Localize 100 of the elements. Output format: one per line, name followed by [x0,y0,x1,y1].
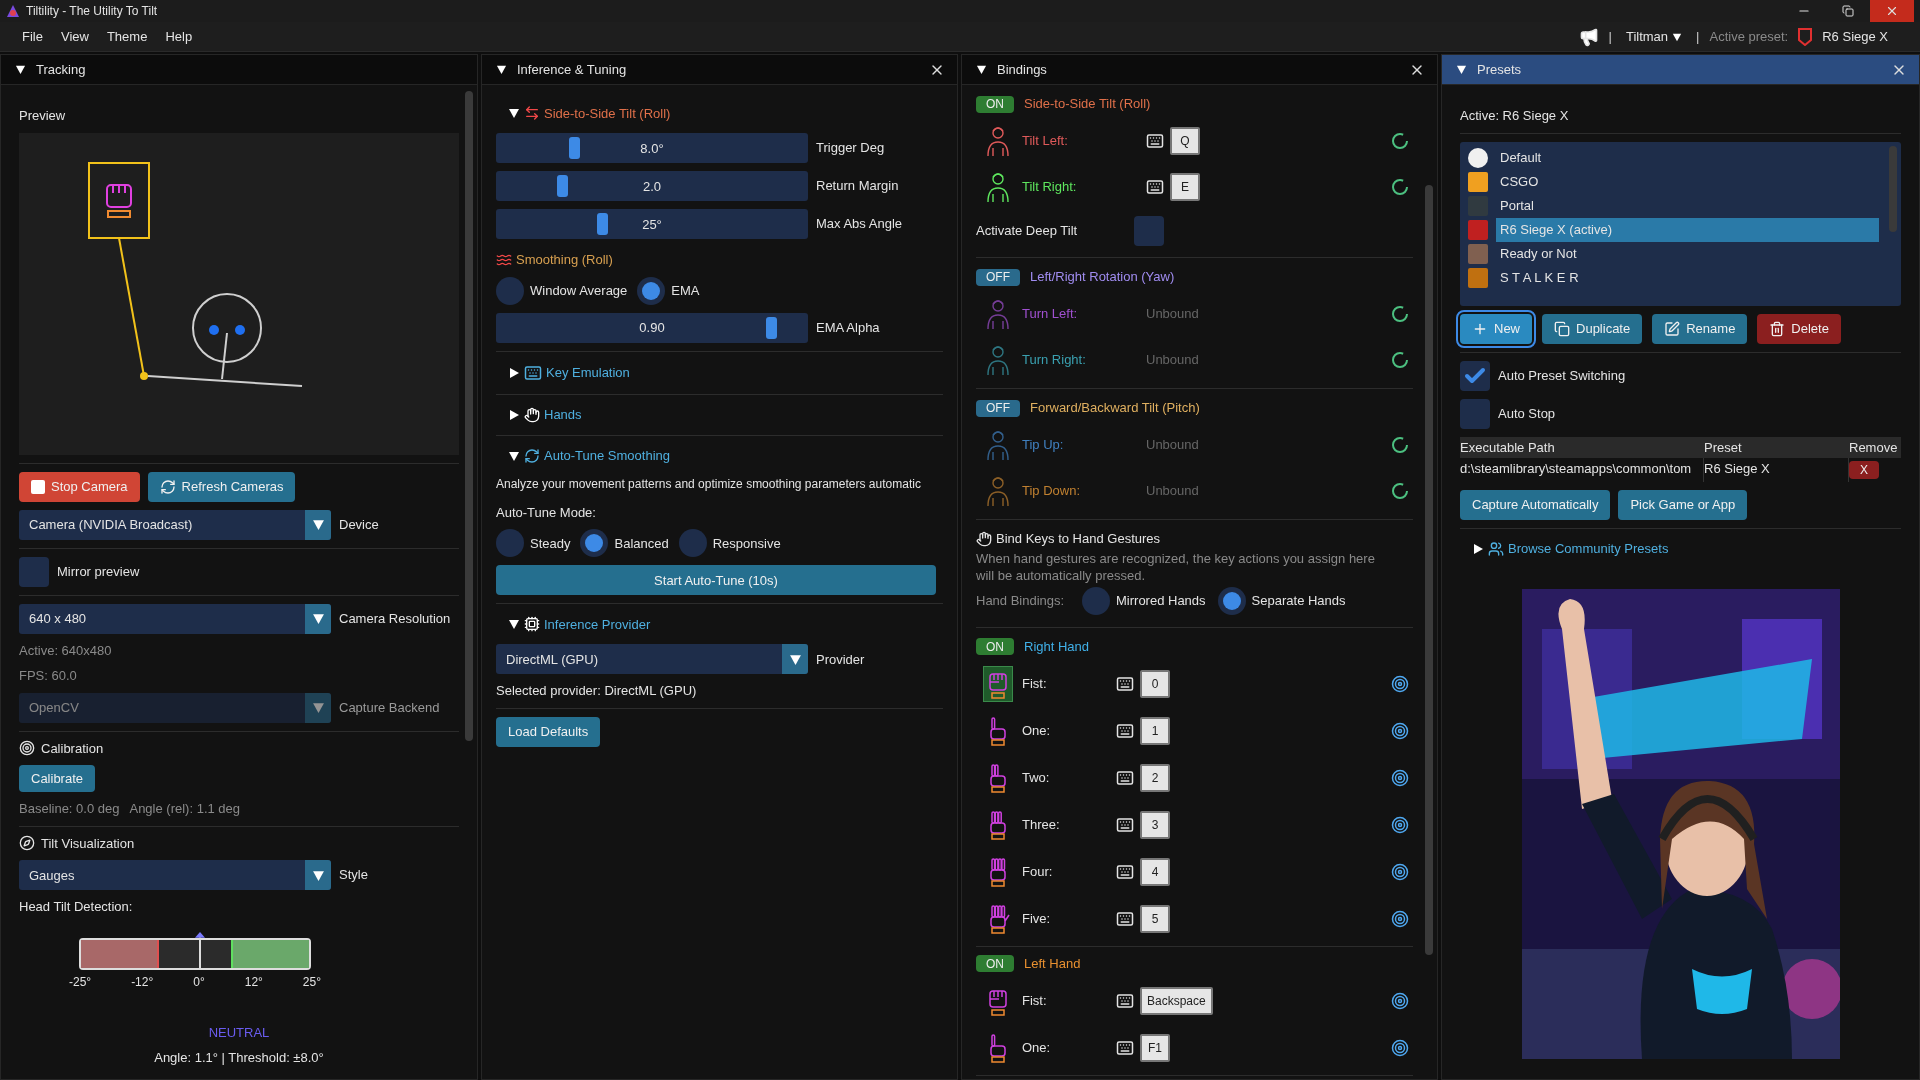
rename-button[interactable]: Rename [1652,313,1748,344]
slider-thumb[interactable] [569,137,580,159]
slider-label: Trigger Deg [816,139,885,157]
caret-icon [311,868,325,882]
person-icon [985,171,1011,203]
key-button[interactable]: F1 [1140,1034,1170,1063]
section-header[interactable]: Key Emulation [496,359,630,386]
section-header[interactable]: Browse Community Presets [1460,536,1669,561]
user-menu[interactable]: Tiltman [1621,27,1687,46]
toggle-badge[interactable]: OFF [976,268,1020,286]
section-header[interactable]: Hands [496,402,582,427]
slider-thumb[interactable] [556,175,568,197]
stop-camera-button[interactable]: Stop Camera [19,471,140,502]
checkbox[interactable] [19,556,49,587]
section-header[interactable]: Auto-Tune Smoothing [496,443,670,468]
group-title: Forward/Backward Tilt (Pitch) [1030,399,1200,417]
scrollbar[interactable] [1425,185,1433,955]
checkbox-label: Auto Stop [1498,404,1556,423]
toggle-badge[interactable]: ON [976,955,1014,973]
radio-button[interactable] [1082,586,1110,615]
menu-item[interactable]: View [52,25,97,48]
key-button[interactable]: 2 [1140,764,1170,793]
tick-label: -12° [131,973,154,990]
separator: | [1608,29,1612,44]
menu-item[interactable]: Theme [98,25,156,48]
panel-header[interactable]: Bindings [962,55,1437,85]
target-icon [1391,769,1409,788]
remove-button[interactable]: X [1849,460,1879,479]
key-button[interactable]: 0 [1140,670,1170,699]
radio-label: Responsive [712,534,781,553]
section-title: Calibration [41,739,104,758]
checkbox[interactable] [1460,360,1490,391]
calibrate-button[interactable]: Calibrate [19,765,96,793]
key-button[interactable]: E [1170,173,1200,201]
circle-icon [1468,147,1488,168]
checkbox[interactable] [1460,398,1490,429]
resolution-dropdown[interactable]: 640 x 480 [19,603,331,634]
collapse-icon [496,64,507,75]
status-ring-icon [1391,305,1409,323]
radio-button[interactable] [496,276,524,305]
unbound-text: Unbound [1146,351,1199,369]
toggle-badge[interactable]: ON [976,95,1014,113]
action-button[interactable]: Pick Game or App [1618,489,1748,520]
gesture-tile[interactable] [983,666,1013,703]
key-button[interactable]: Q [1170,127,1200,155]
duplicate-button[interactable]: Duplicate [1542,313,1643,344]
key-button[interactable]: 1 [1140,717,1170,746]
provider-dropdown[interactable]: DirectML (GPU) [496,644,808,675]
slider-thumb[interactable] [765,316,777,339]
delete-button[interactable]: Delete [1757,313,1841,344]
slider[interactable]: 0.90 [496,312,808,343]
caret-icon [311,612,325,626]
key-button[interactable]: 4 [1140,858,1170,887]
radio-button[interactable] [637,276,666,305]
radio-label: EMA [671,281,700,300]
menu-item[interactable]: Help [157,25,201,48]
target-icon [1391,675,1409,694]
preset-item[interactable]: Ready or Not [1468,241,1879,266]
binding-label: Turn Left: [1021,305,1079,323]
key-button[interactable]: Backspace [1140,987,1213,1016]
style-dropdown[interactable]: Gauges [19,860,331,891]
menu-item[interactable]: File [14,25,51,48]
radio-button[interactable] [1217,586,1246,615]
slider[interactable]: 8.0° [496,133,808,163]
scrollbar[interactable] [465,91,473,741]
toggle-badge[interactable]: ON [976,638,1014,656]
panel-header[interactable]: Tracking [1,55,477,85]
refresh-cameras-button[interactable]: Refresh Cameras [147,471,296,502]
slider[interactable]: 2.0 [496,171,808,201]
megaphone-icon[interactable] [1578,26,1599,47]
action-button[interactable]: Capture Automatically [1460,489,1611,520]
key-button[interactable]: 5 [1140,905,1170,934]
radio-button[interactable] [496,529,524,558]
start-autotune-button[interactable]: Start Auto-Tune (10s) [496,565,936,596]
slider-thumb[interactable] [597,213,609,235]
toggle-badge[interactable]: OFF [976,399,1020,417]
section-header[interactable]: Side-to-Side Tilt (Roll) [496,101,671,125]
field-label: Style [339,866,368,884]
load-defaults-button[interactable]: Load Defaults [496,716,601,747]
preset-item[interactable]: Portal [1468,193,1879,218]
radio-button[interactable] [678,529,707,558]
slider[interactable]: 25° [496,209,808,239]
preset-item[interactable]: Default [1468,145,1879,170]
preset-item[interactable]: CSGO [1468,169,1879,194]
scrollbar[interactable] [1889,145,1897,232]
panel-header[interactable]: Presets [1442,55,1919,85]
radio-button[interactable] [580,529,609,558]
device-dropdown[interactable]: Camera (NVIDIA Broadcast) [19,509,331,540]
section-header[interactable]: Inference Provider [496,612,651,637]
tick-label: 0° [193,973,205,990]
key-button[interactable]: 3 [1140,811,1170,840]
separator: | [1696,29,1700,44]
keyboard-icon [524,363,542,382]
checkbox[interactable] [1134,216,1164,246]
field-label: Capture Backend [339,698,440,717]
unbound-text: Unbound [1146,305,1199,323]
column-header: Preset [1704,436,1849,458]
preset-item[interactable]: S T A L K E R [1468,265,1879,290]
panel-header[interactable]: Inference & Tuning [482,55,957,85]
status-ring-icon [1391,178,1409,196]
